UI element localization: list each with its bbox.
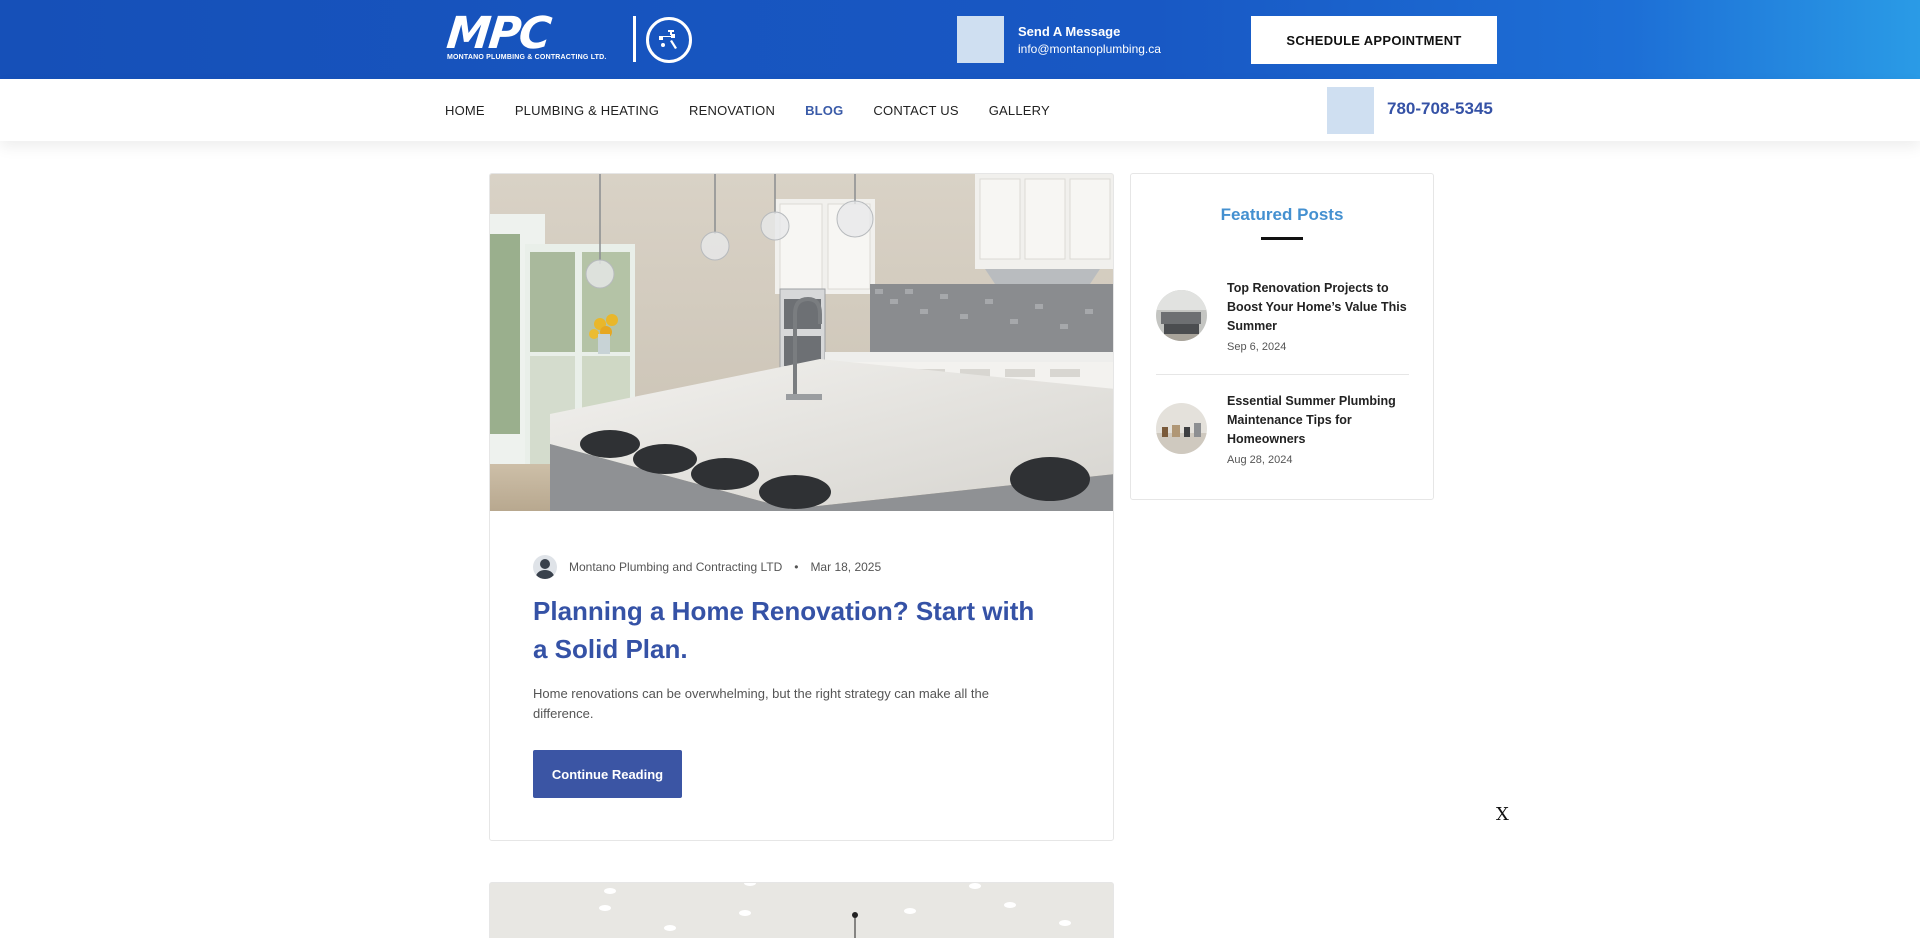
nav-item-blog[interactable]: BLOG (805, 103, 843, 118)
post-excerpt: Home renovations can be overwhelming, bu… (533, 686, 989, 721)
top-bar: MPC MONTANO PLUMBING & CONTRACTING LTD. … (0, 0, 1920, 79)
schedule-appointment-button[interactable]: SCHEDULE APPOINTMENT (1251, 16, 1497, 64)
featured-posts-sidebar: Featured Posts Top Renovation Projects t… (1130, 173, 1434, 500)
logo-divider (633, 16, 636, 62)
featured-post-thumbnail[interactable] (1156, 290, 1207, 341)
post-author[interactable]: Montano Plumbing and Contracting LTD (569, 560, 782, 574)
faucet-logo-icon (646, 17, 692, 63)
post-featured-image-next[interactable] (490, 883, 1114, 938)
blog-post-card-next (489, 882, 1114, 938)
nav-item-home[interactable]: HOME (445, 103, 485, 118)
post-meta: Montano Plumbing and Contracting LTD • M… (533, 555, 881, 579)
contact-email-link[interactable]: info@montanoplumbing.ca (1018, 42, 1161, 56)
nav-item-gallery[interactable]: GALLERY (989, 103, 1050, 118)
logo-subtitle: MONTANO PLUMBING & CONTRACTING LTD. (447, 54, 607, 61)
send-message-label[interactable]: Send A Message (1018, 24, 1120, 39)
author-avatar-icon (533, 555, 557, 579)
featured-posts-underline (1261, 237, 1303, 240)
phone-icon[interactable] (1327, 87, 1374, 134)
continue-reading-button[interactable]: Continue Reading (533, 750, 682, 798)
featured-post-thumbnail[interactable] (1156, 403, 1207, 454)
nav-item-plumbing-heating[interactable]: PLUMBING & HEATING (515, 103, 659, 118)
close-icon[interactable]: X (1496, 804, 1509, 825)
post-featured-image[interactable] (490, 174, 1113, 511)
blog-post-card: Montano Plumbing and Contracting LTD • M… (489, 173, 1114, 841)
message-icon[interactable] (957, 16, 1004, 63)
featured-post-date: Aug 28, 2024 (1227, 454, 1293, 466)
nav-item-contact-us[interactable]: CONTACT US (873, 103, 958, 118)
featured-post-date: Sep 6, 2024 (1227, 341, 1287, 353)
featured-posts-title: Featured Posts (1220, 205, 1344, 224)
post-title[interactable]: Planning a Home Renovation? Start with a… (533, 592, 1053, 668)
featured-post-title[interactable]: Essential Summer Plumbing Maintenance Ti… (1227, 392, 1407, 449)
post-date: Mar 18, 2025 (810, 560, 882, 574)
main-navbar: HOME PLUMBING & HEATING RENOVATION BLOG … (0, 79, 1920, 141)
phone-number-link[interactable]: 780-708-5345 (1387, 99, 1493, 119)
logo-text: MPC (444, 8, 553, 59)
nav-item-renovation[interactable]: RENOVATION (689, 103, 775, 118)
main-nav: HOME PLUMBING & HEATING RENOVATION BLOG … (445, 79, 1080, 141)
company-logo[interactable]: MPC MONTANO PLUMBING & CONTRACTING LTD. (444, 8, 692, 66)
meta-separator: • (794, 560, 799, 574)
featured-post-title[interactable]: Top Renovation Projects to Boost Your Ho… (1227, 279, 1407, 336)
featured-post-divider (1156, 374, 1409, 375)
